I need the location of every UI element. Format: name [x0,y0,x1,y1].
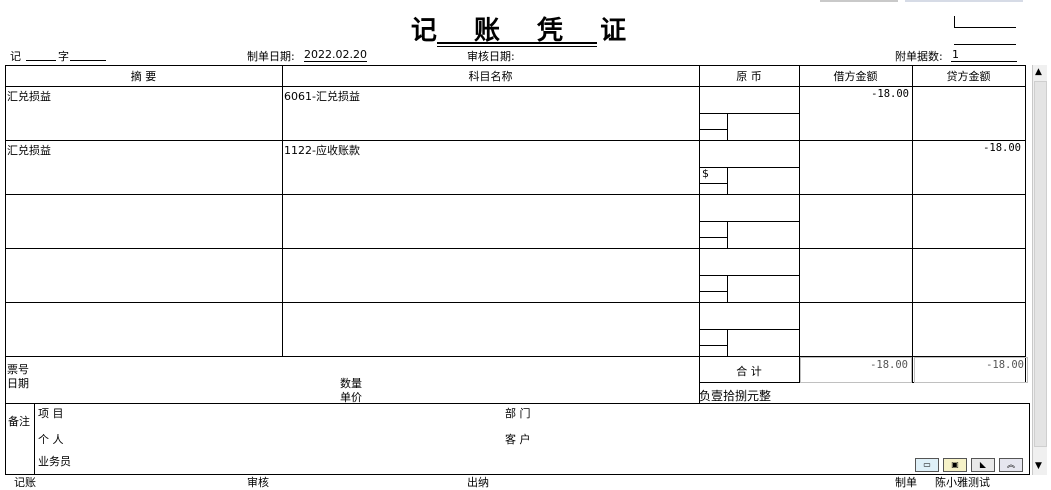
row-currency[interactable]: $ [702,167,726,180]
currency-subcell-line [699,221,799,222]
card-icon[interactable]: ▣ [943,458,967,472]
grid-top [5,65,1026,66]
person-label[interactable]: 个 人 [38,431,64,447]
row-sep-3 [5,248,1026,249]
voucher-prefix: 记 [10,50,21,63]
amount-in-words: 负壹拾捌元整 [699,389,772,403]
col-sep-4 [912,65,913,383]
currency-subcell-line [727,221,728,248]
bracket-bottom [954,27,1016,28]
scroll-down-icon[interactable]: ▼ [1035,461,1042,471]
attachments-value[interactable]: 1 [952,48,959,61]
col-sep-3 [799,65,800,383]
currency-subcell-line [699,275,799,276]
col-currency-header[interactable]: 原 币 [699,68,799,84]
col-credit-header[interactable]: 贷方金额 [912,68,1025,84]
date-label: 日期 [7,377,29,390]
auditor-label: 审核 [247,476,269,489]
row-credit[interactable]: -18.00 [914,142,1021,154]
scroll-up-icon[interactable]: ▲ [1035,67,1042,77]
col-debit-header[interactable]: 借方金额 [799,68,912,84]
notes-label-sep [34,403,35,475]
col-sep-1 [282,65,283,357]
col-sep-2 [699,65,700,404]
grid-left [5,65,6,475]
scroll-thumb[interactable] [1034,81,1047,447]
voucher-number-underline[interactable] [70,60,106,61]
currency-subcell-line [699,237,727,238]
currency-subcell-line [699,113,799,114]
row-sep-2 [5,194,1026,195]
unit-price-label: 单价 [340,391,362,404]
top-blue-bar [905,0,1023,2]
total-label: 合 计 [736,365,762,378]
note-icon[interactable]: ▭ [915,458,939,472]
voucher-type-underline[interactable] [26,60,56,61]
collapse-icon[interactable]: ︽ [999,458,1023,472]
row-sep-1 [5,140,1026,141]
attachments-underline [951,61,1017,62]
row-summary[interactable]: 汇兑损益 [7,88,277,104]
row-account[interactable]: 6061-汇兑损益 [284,88,684,104]
notes-bottom [5,474,1030,475]
maker-name: 陈小雅测试 [935,476,990,489]
row-summary[interactable]: 汇兑损益 [7,142,277,158]
row-account[interactable]: 1122-应收账款 [284,142,684,158]
cashier-label: 出纳 [467,476,489,489]
title-underline-thin [437,46,597,47]
project-label[interactable]: 项 目 [38,405,64,421]
chart-icon[interactable]: ◣ [971,458,995,472]
attachments-label: 附单据数: [895,50,943,63]
currency-subcell-line [727,329,728,356]
make-date-label: 制单日期: [247,50,295,63]
currency-subcell-line [699,129,727,130]
col-account-header[interactable]: 科目名称 [282,68,699,84]
top-grey-bar [820,0,898,2]
currency-subcell-line [727,275,728,302]
currency-subcell-line [727,113,728,140]
currency-subcell-line [727,167,728,194]
notes-right [1029,403,1030,475]
currency-subcell-line [699,183,727,184]
vertical-scrollbar[interactable]: ▲ ▼ [1032,65,1047,475]
maker-label: 制单 [895,476,917,489]
customer-label[interactable]: 客 户 [505,431,531,447]
title-underline [437,42,597,44]
total-debit-value: -18.00 [870,359,908,371]
currency-subcell-line [699,345,727,346]
make-date-value[interactable]: 2022.02.20 [304,48,367,62]
notes-label: 备注 [8,415,30,428]
row-debit[interactable]: -18.00 [801,88,909,100]
department-label[interactable]: 部 门 [505,405,531,421]
attachments-field[interactable]: 1 [952,48,959,61]
col-summary-header[interactable]: 摘 要 [5,68,282,84]
row-sep-4 [5,302,1026,303]
make-date-field[interactable]: 2022.02.20 [304,48,367,62]
currency-subcell-line [699,291,727,292]
grid-header-bottom [5,86,1026,87]
voucher-word: 字 [58,50,69,63]
grid-right [1025,65,1026,383]
right-rule-1 [954,44,1016,45]
total-credit-value: -18.00 [986,359,1024,371]
currency-subcell-line [699,329,799,330]
notes-top [5,403,1030,404]
audit-date-label: 审核日期: [467,50,515,63]
bookkeeper-label: 记账 [14,476,36,489]
salesman-label[interactable]: 业务员 [38,453,71,469]
